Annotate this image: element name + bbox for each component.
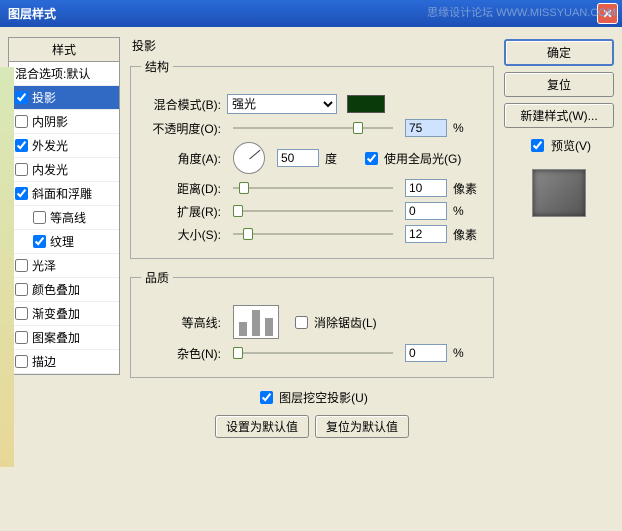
preview-checkbox[interactable]: 预览(V)	[504, 136, 614, 155]
noise-slider[interactable]	[233, 345, 393, 361]
styles-sidebar: 样式 混合选项:默认 投影内阴影外发光内发光斜面和浮雕等高线纹理光泽颜色叠加渐变…	[8, 37, 120, 521]
style-item-label: 投影	[32, 89, 56, 106]
noise-label: 杂色(N):	[141, 345, 221, 362]
style-item-checkbox[interactable]	[15, 139, 28, 152]
style-item-checkbox[interactable]	[15, 259, 28, 272]
distance-unit: 像素	[453, 180, 483, 197]
reset-default-button[interactable]: 复位为默认值	[315, 415, 409, 438]
settings-panel: 投影 结构 混合模式(B): 强光 不透明度(O): % 角度(A):	[126, 37, 498, 521]
style-item-label: 光泽	[32, 257, 56, 274]
style-item-checkbox[interactable]	[33, 235, 46, 248]
style-item-checkbox[interactable]	[15, 283, 28, 296]
noise-unit: %	[453, 346, 483, 360]
ok-button[interactable]: 确定	[504, 39, 614, 66]
angle-dial[interactable]	[233, 142, 265, 174]
knockout-checkbox[interactable]: 图层挖空投影(U)	[256, 388, 368, 407]
style-item-label: 外发光	[32, 137, 68, 154]
decorative-strip	[0, 67, 14, 467]
cancel-button[interactable]: 复位	[504, 72, 614, 97]
spread-label: 扩展(R):	[141, 203, 221, 220]
style-item[interactable]: 光泽	[9, 254, 119, 278]
style-item-label: 描边	[32, 353, 56, 370]
angle-unit: 度	[325, 150, 355, 167]
angle-input[interactable]	[277, 149, 319, 167]
contour-picker[interactable]	[233, 305, 279, 339]
sidebar-header: 样式	[8, 37, 120, 61]
size-input[interactable]	[405, 225, 447, 243]
window-title: 图层样式	[4, 5, 597, 22]
global-light-checkbox[interactable]: 使用全局光(G)	[361, 149, 461, 168]
style-item-label: 图案叠加	[32, 329, 80, 346]
style-item-label: 颜色叠加	[32, 281, 80, 298]
style-item-label: 等高线	[50, 209, 86, 226]
style-item[interactable]: 外发光	[9, 134, 119, 158]
spread-input[interactable]	[405, 202, 447, 220]
distance-slider[interactable]	[233, 180, 393, 196]
action-column: 确定 复位 新建样式(W)... 预览(V)	[504, 37, 614, 521]
style-item-label: 内阴影	[32, 113, 68, 130]
blend-options-row[interactable]: 混合选项:默认	[9, 62, 119, 86]
titlebar: 图层样式 ✕	[0, 0, 622, 27]
quality-group: 品质 等高线: 消除锯齿(L) 杂色(N): %	[130, 269, 494, 378]
opacity-slider[interactable]	[233, 120, 393, 136]
shadow-color-swatch[interactable]	[347, 95, 385, 113]
style-item[interactable]: 等高线	[9, 206, 119, 230]
close-button[interactable]: ✕	[597, 3, 618, 24]
distance-label: 距离(D):	[141, 180, 221, 197]
opacity-input[interactable]	[405, 119, 447, 137]
style-item-checkbox[interactable]	[15, 307, 28, 320]
style-item[interactable]: 斜面和浮雕	[9, 182, 119, 206]
preview-thumbnail	[532, 169, 586, 217]
style-item-checkbox[interactable]	[15, 91, 28, 104]
style-item-checkbox[interactable]	[15, 331, 28, 344]
style-item-checkbox[interactable]	[33, 211, 46, 224]
angle-label: 角度(A):	[141, 150, 221, 167]
antialias-checkbox[interactable]: 消除锯齿(L)	[291, 313, 377, 332]
spread-unit: %	[453, 204, 483, 218]
contour-label: 等高线:	[141, 314, 221, 331]
distance-input[interactable]	[405, 179, 447, 197]
style-item-checkbox[interactable]	[15, 187, 28, 200]
style-item-label: 纹理	[50, 233, 74, 250]
style-item[interactable]: 渐变叠加	[9, 302, 119, 326]
style-item[interactable]: 纹理	[9, 230, 119, 254]
spread-slider[interactable]	[233, 203, 393, 219]
new-style-button[interactable]: 新建样式(W)...	[504, 103, 614, 128]
blend-mode-label: 混合模式(B):	[141, 96, 221, 113]
style-item-checkbox[interactable]	[15, 355, 28, 368]
noise-input[interactable]	[405, 344, 447, 362]
style-item[interactable]: 描边	[9, 350, 119, 374]
style-item-label: 内发光	[32, 161, 68, 178]
styles-list: 混合选项:默认 投影内阴影外发光内发光斜面和浮雕等高线纹理光泽颜色叠加渐变叠加图…	[8, 61, 120, 375]
layer-style-dialog: 思缘设计论坛 WWW.MISSYUAN.COM 图层样式 ✕ 样式 混合选项:默…	[0, 0, 622, 531]
style-item-checkbox[interactable]	[15, 163, 28, 176]
set-default-button[interactable]: 设置为默认值	[215, 415, 309, 438]
panel-title: 投影	[130, 37, 494, 54]
style-item-label: 斜面和浮雕	[32, 185, 92, 202]
close-icon: ✕	[602, 7, 612, 21]
structure-legend: 结构	[141, 58, 173, 75]
structure-group: 结构 混合模式(B): 强光 不透明度(O): % 角度(A): 度	[130, 58, 494, 259]
style-item-checkbox[interactable]	[15, 115, 28, 128]
style-item[interactable]: 颜色叠加	[9, 278, 119, 302]
style-item[interactable]: 图案叠加	[9, 326, 119, 350]
style-item-label: 渐变叠加	[32, 305, 80, 322]
style-item[interactable]: 内发光	[9, 158, 119, 182]
opacity-label: 不透明度(O):	[141, 120, 221, 137]
quality-legend: 品质	[141, 269, 173, 286]
style-item[interactable]: 投影	[9, 86, 119, 110]
style-item[interactable]: 内阴影	[9, 110, 119, 134]
size-label: 大小(S):	[141, 226, 221, 243]
blend-mode-select[interactable]: 强光	[227, 94, 337, 114]
opacity-unit: %	[453, 121, 483, 135]
size-slider[interactable]	[233, 226, 393, 242]
size-unit: 像素	[453, 226, 483, 243]
